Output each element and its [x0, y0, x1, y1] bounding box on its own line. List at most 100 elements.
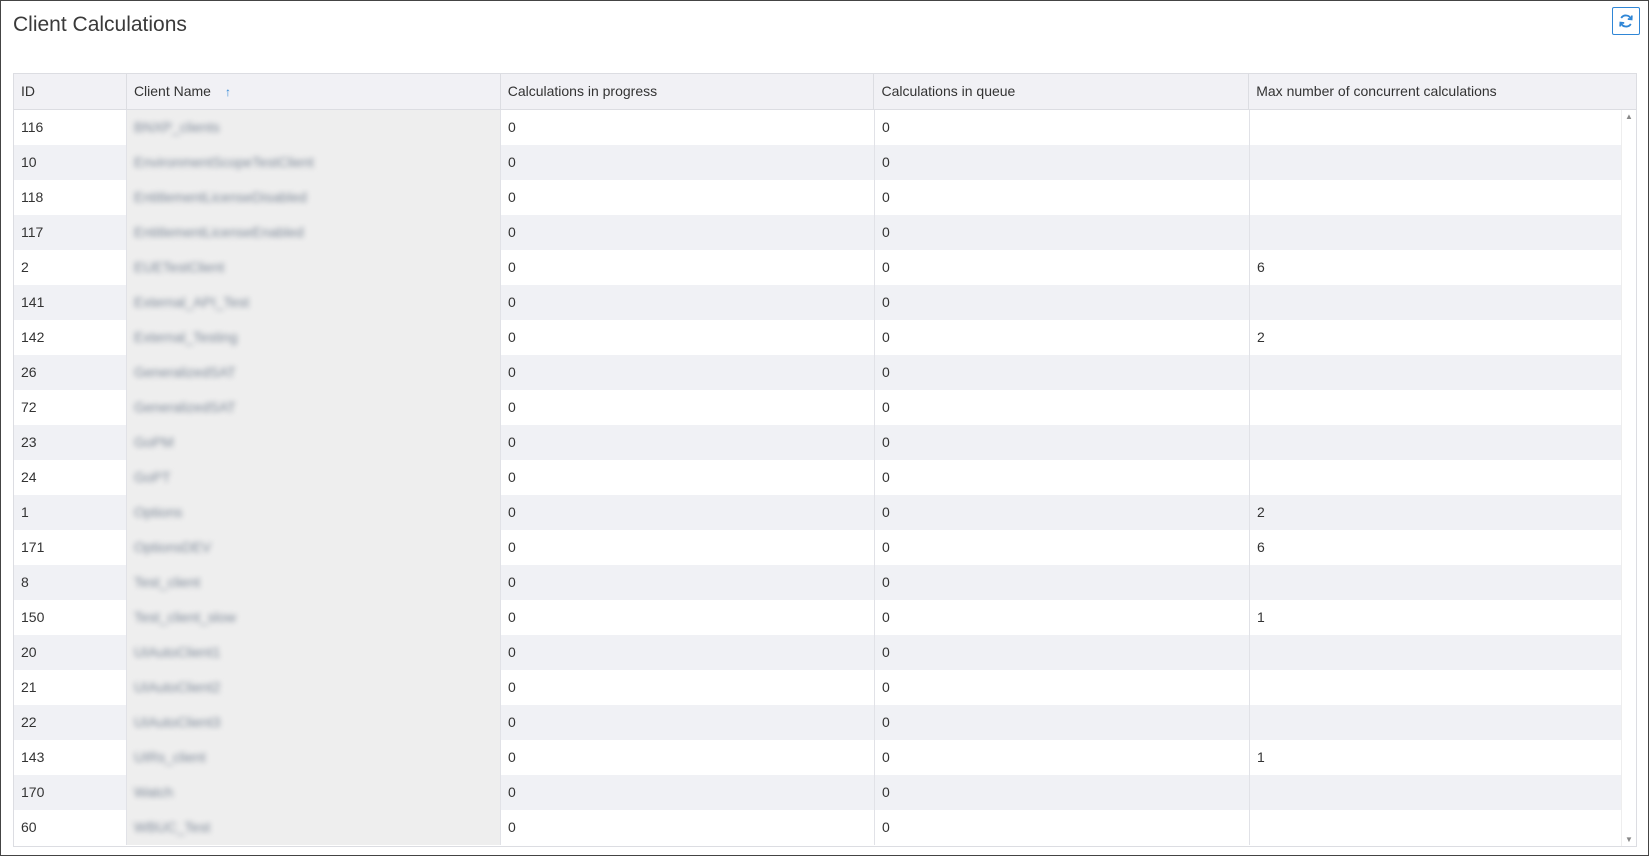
cell-client-name: WBUC_Test — [127, 810, 501, 845]
cell-calculations-in-queue: 0 — [875, 775, 1250, 810]
cell-calculations-in-progress: 0 — [501, 145, 875, 180]
table-header: ID Client Name ↑ Calculations in progress… — [14, 74, 1636, 110]
table-row[interactable]: 171 OptionsDEV 0 0 6 — [14, 530, 1621, 565]
column-header-client-name[interactable]: Client Name ↑ — [127, 74, 501, 109]
cell-calculations-in-queue: 0 — [875, 565, 1250, 600]
cell-id: 20 — [14, 635, 127, 670]
cell-calculations-in-progress: 0 — [501, 705, 875, 740]
table-row[interactable]: 26 GeneralizedSAT 0 0 — [14, 355, 1621, 390]
cell-max-concurrent — [1250, 355, 1621, 390]
scroll-up-icon[interactable]: ▲ — [1625, 112, 1633, 121]
table-row[interactable]: 20 UIAutoClient1 0 0 — [14, 635, 1621, 670]
cell-max-concurrent: 6 — [1257, 539, 1265, 555]
cell-calculations-in-progress: 0 — [501, 635, 875, 670]
column-header-id[interactable]: ID — [14, 74, 127, 109]
table-row[interactable]: 1 Options 0 0 2 — [14, 495, 1621, 530]
cell-max-concurrent — [1250, 705, 1621, 740]
cell-max-concurrent — [1250, 670, 1621, 705]
column-header-calculations-in-queue[interactable]: Calculations in queue — [874, 74, 1250, 109]
table-row[interactable]: 21 UIAutoClient2 0 0 — [14, 670, 1621, 705]
cell-calculations-in-queue: 0 — [875, 250, 1250, 285]
calculations-table: ID Client Name ↑ Calculations in progress… — [13, 73, 1637, 847]
vertical-scrollbar[interactable]: ▲ ▼ — [1621, 110, 1636, 846]
cell-calculations-in-progress: 0 — [501, 320, 875, 355]
cell-client-name: GeneralizedSAT — [127, 355, 501, 390]
cell-calculations-in-queue: 0 — [875, 495, 1250, 530]
cell-calculations-in-queue: 0 — [875, 600, 1250, 635]
cell-calculations-in-progress: 0 — [501, 495, 875, 530]
cell-id: 142 — [14, 320, 127, 355]
cell-client-name: GoPM — [127, 425, 501, 460]
cell-calculations-in-progress: 0 — [501, 215, 875, 250]
table-row[interactable]: 8 Test_client 0 0 — [14, 565, 1621, 600]
scroll-down-icon[interactable]: ▼ — [1625, 835, 1633, 844]
cell-client-name: Watch — [127, 775, 501, 810]
cell-id: 22 — [14, 705, 127, 740]
cell-id: 171 — [14, 530, 127, 565]
cell-id: 10 — [14, 145, 127, 180]
cell-max-concurrent — [1250, 285, 1621, 320]
cell-id: 143 — [14, 740, 127, 775]
cell-calculations-in-progress: 0 — [501, 740, 875, 775]
cell-max-concurrent: 1 — [1257, 749, 1265, 765]
cell-id: 141 — [14, 285, 127, 320]
cell-client-name: EnvironmentScopeTestClient — [127, 145, 501, 180]
table-row[interactable]: 23 GoPM 0 0 — [14, 425, 1621, 460]
table-row[interactable]: 170 Watch 0 0 — [14, 775, 1621, 810]
client-calculations-panel: Client Calculations ID Client Name ↑ Calc… — [0, 0, 1649, 856]
cell-id: 116 — [14, 110, 127, 145]
table-row[interactable]: 118 EntitlementLicenseDisabled 0 0 — [14, 180, 1621, 215]
table-row[interactable]: 2 EUETestClient 0 0 6 — [14, 250, 1621, 285]
cell-id: 118 — [14, 180, 127, 215]
cell-id: 117 — [14, 215, 127, 250]
table-row[interactable]: 24 GoPT 0 0 — [14, 460, 1621, 495]
cell-calculations-in-progress: 0 — [501, 670, 875, 705]
cell-id: 150 — [14, 600, 127, 635]
cell-calculations-in-progress: 0 — [501, 180, 875, 215]
cell-max-concurrent: 2 — [1257, 504, 1265, 520]
cell-client-name: UIAutoClient3 — [127, 705, 501, 740]
table-row[interactable]: 143 UIRs_client 0 0 1 — [14, 740, 1621, 775]
cell-id: 26 — [14, 355, 127, 390]
cell-calculations-in-progress: 0 — [501, 810, 875, 845]
cell-calculations-in-progress: 0 — [501, 390, 875, 425]
table-row[interactable]: 22 UIAutoClient3 0 0 — [14, 705, 1621, 740]
cell-client-name: EntitlementLicenseEnabled — [127, 215, 501, 250]
table-row[interactable]: 141 External_API_Test 0 0 — [14, 285, 1621, 320]
cell-id: 72 — [14, 390, 127, 425]
table-row[interactable]: 60 WBUC_Test 0 0 — [14, 810, 1621, 845]
cell-max-concurrent — [1250, 460, 1621, 495]
cell-calculations-in-queue: 0 — [875, 740, 1250, 775]
cell-max-concurrent: 2 — [1257, 329, 1265, 345]
table-row[interactable]: 10 EnvironmentScopeTestClient 0 0 — [14, 145, 1621, 180]
cell-calculations-in-queue: 0 — [875, 110, 1250, 145]
cell-client-name: GeneralizedSAT — [127, 390, 501, 425]
cell-max-concurrent: 1 — [1257, 609, 1265, 625]
cell-max-concurrent — [1250, 425, 1621, 460]
cell-client-name: Test_client — [127, 565, 501, 600]
cell-client-name: Test_client_slow — [127, 600, 501, 635]
cell-client-name: EUETestClient — [127, 250, 501, 285]
cell-calculations-in-queue: 0 — [875, 460, 1250, 495]
column-header-max-concurrent[interactable]: Max number of concurrent calculations — [1249, 74, 1620, 109]
cell-id: 2 — [14, 250, 127, 285]
cell-calculations-in-progress: 0 — [501, 425, 875, 460]
column-header-calculations-in-progress[interactable]: Calculations in progress — [501, 74, 875, 109]
cell-calculations-in-progress: 0 — [501, 775, 875, 810]
table-row[interactable]: 117 EntitlementLicenseEnabled 0 0 — [14, 215, 1621, 250]
refresh-button[interactable] — [1612, 7, 1640, 35]
table-row[interactable]: 142 External_Testing 0 0 2 — [14, 320, 1621, 355]
cell-client-name: GoPT — [127, 460, 501, 495]
cell-calculations-in-queue: 0 — [875, 320, 1250, 355]
table-row[interactable]: 116 BNXP_clients 0 0 — [14, 110, 1621, 145]
cell-id: 23 — [14, 425, 127, 460]
table-row[interactable]: 72 GeneralizedSAT 0 0 — [14, 390, 1621, 425]
cell-calculations-in-queue: 0 — [875, 180, 1250, 215]
cell-id: 24 — [14, 460, 127, 495]
table-row[interactable]: 150 Test_client_slow 0 0 1 — [14, 600, 1621, 635]
cell-id: 170 — [14, 775, 127, 810]
cell-calculations-in-progress: 0 — [501, 460, 875, 495]
cell-client-name: BNXP_clients — [127, 110, 501, 145]
cell-calculations-in-queue: 0 — [875, 355, 1250, 390]
cell-calculations-in-progress: 0 — [501, 565, 875, 600]
